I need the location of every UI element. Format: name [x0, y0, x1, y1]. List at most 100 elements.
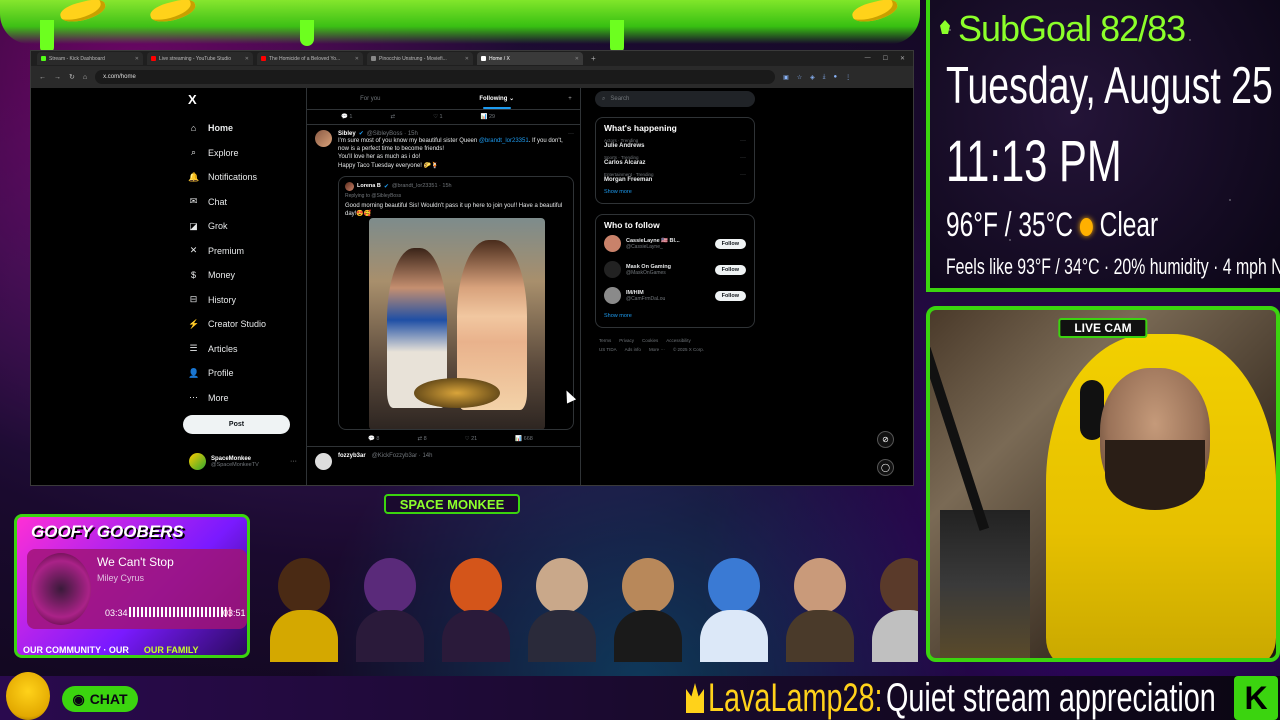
- tweet[interactable]: Sibley ✔ @SibleyBoss · 15h ··· I'm sure …: [307, 124, 580, 446]
- extension-icon[interactable]: ▣: [783, 74, 789, 81]
- nav-item-more[interactable]: ⋯ More: [188, 386, 303, 411]
- like-button[interactable]: ♡ 1: [433, 114, 443, 120]
- menu-icon[interactable]: ⋮: [845, 74, 851, 81]
- post-button[interactable]: Post: [183, 415, 290, 434]
- trend-item[interactable]: Actors · Trending Julie Andrews ···: [604, 138, 746, 149]
- footer-link[interactable]: US TIDA: [599, 347, 617, 352]
- follow-button[interactable]: Follow: [714, 264, 746, 275]
- close-icon[interactable]: ✕: [135, 56, 139, 62]
- nav-item-notifications[interactable]: 🔔 Notifications: [188, 165, 303, 190]
- community-text: OUR COMMUNITY · OUR: [23, 645, 129, 655]
- avatar-head: [450, 558, 502, 614]
- downloads-icon[interactable]: ⤓: [823, 74, 826, 81]
- footer-link[interactable]: Privacy: [619, 338, 634, 343]
- nav-item-home[interactable]: ⌂ Home: [188, 116, 303, 141]
- footer-link[interactable]: Terms: [599, 338, 611, 343]
- nav-item-profile[interactable]: 👤 Profile: [188, 361, 303, 386]
- quoted-tweet[interactable]: Lorena B ✔ @brandt_lor23351 · 15h Replyi…: [338, 175, 574, 430]
- tweet-author-name[interactable]: fozzyb3ar: [338, 453, 366, 470]
- avatar[interactable]: [315, 130, 332, 147]
- nav-item-articles[interactable]: ☰ Articles: [188, 337, 303, 362]
- like-button[interactable]: ♡ 21: [465, 436, 478, 442]
- more-icon[interactable]: ···: [740, 172, 746, 183]
- footer-link[interactable]: Cookies: [642, 338, 658, 343]
- browser-tab[interactable]: Live streaming - YouTube Studio ✕: [147, 52, 253, 65]
- more-icon[interactable]: ···: [568, 131, 574, 137]
- close-icon[interactable]: ✕: [355, 56, 359, 62]
- follow-button[interactable]: Follow: [714, 238, 746, 249]
- browser-tab[interactable]: Pinocchio Unstrung - Moviefi... ✕: [367, 52, 473, 65]
- nav-item-history[interactable]: ⊟ History: [188, 288, 303, 313]
- close-icon[interactable]: ✕: [465, 56, 469, 62]
- avatar[interactable]: [315, 452, 332, 470]
- account-switcher[interactable]: SpaceMonkee @SpaceMonkeeTV ···: [189, 453, 297, 470]
- follow-button[interactable]: Follow: [714, 290, 746, 301]
- minimize-icon[interactable]: —: [865, 55, 871, 62]
- repost-button[interactable]: ⇄: [390, 114, 395, 120]
- grok-icon[interactable]: ⊘: [877, 431, 894, 448]
- trend-item[interactable]: Entertainment · Trending Morgan Freeman ··…: [604, 172, 746, 183]
- browser-tab[interactable]: The Homicide of a Beloved Yo... ✕: [257, 52, 363, 65]
- avatar-body: [356, 610, 424, 662]
- browser-tab-active[interactable]: Home / X ✕: [477, 52, 583, 65]
- nav-item-premium[interactable]: ✕ Premium: [188, 239, 303, 264]
- more-icon[interactable]: ···: [740, 138, 746, 149]
- chat-icon[interactable]: ◯: [877, 459, 894, 476]
- tweet-author-name[interactable]: Sibley: [338, 131, 356, 137]
- x-logo-icon[interactable]: X: [188, 92, 197, 107]
- footer-link[interactable]: More ···: [649, 347, 665, 352]
- nav-item-chat[interactable]: ✉ Chat: [188, 190, 303, 215]
- avatar-head: [880, 558, 918, 614]
- footer-link[interactable]: Accessibility: [666, 338, 691, 343]
- more-icon[interactable]: ···: [740, 155, 746, 166]
- add-list-icon[interactable]: +: [560, 88, 580, 109]
- trend-item[interactable]: Sports · Trending Carlos Alcaraz ···: [604, 155, 746, 166]
- tab-favicon: [41, 56, 46, 61]
- quote-photo[interactable]: [369, 217, 545, 429]
- bookmark-star-icon[interactable]: ☆: [797, 74, 802, 81]
- reply-button[interactable]: 💬 8: [368, 436, 379, 442]
- forward-icon[interactable]: →: [54, 74, 61, 81]
- tab-label: Live streaming - YouTube Studio: [159, 55, 232, 62]
- maximize-icon[interactable]: ☐: [883, 55, 888, 62]
- album-art: [31, 553, 91, 625]
- mention-link[interactable]: @brandt_lor23351: [479, 138, 529, 144]
- views-button[interactable]: 📊 668: [515, 436, 533, 442]
- tab-for-you[interactable]: For you: [307, 88, 434, 109]
- premium-icon: ✕: [189, 245, 198, 256]
- follow-suggestion[interactable]: CassieLayne 🇺🇸 Bl... @CassieLayne_ Follow: [604, 235, 746, 252]
- close-window-icon[interactable]: ✕: [900, 55, 905, 62]
- home-icon[interactable]: ⌂: [83, 74, 87, 81]
- nav-item-grok[interactable]: ◪ Grok: [188, 214, 303, 239]
- repost-button[interactable]: ⇄ 8: [417, 436, 426, 442]
- views-button[interactable]: 📊 29: [481, 114, 496, 120]
- browser-tab[interactable]: Stream - Kick Dashboard ✕: [37, 52, 143, 65]
- trend-name: Carlos Alcaraz: [604, 160, 646, 166]
- reply-button[interactable]: 💬 1: [341, 114, 352, 120]
- profile-icon[interactable]: ●: [833, 74, 837, 81]
- close-icon[interactable]: ✕: [245, 56, 249, 62]
- url-field[interactable]: x.com/home: [95, 70, 776, 84]
- nav-item-creator-studio[interactable]: ⚡ Creator Studio: [188, 312, 303, 337]
- follow-suggestion[interactable]: Mask On Gaming @MaskOnGames Follow: [604, 261, 746, 278]
- close-icon[interactable]: ✕: [575, 56, 579, 62]
- community-footer: OUR COMMUNITY · OUR OUR FAMILY: [23, 645, 199, 655]
- nav-item-money[interactable]: $ Money: [188, 263, 303, 288]
- tweet[interactable]: fozzyb3ar @KickFozzyb3ar · 14h: [307, 445, 580, 470]
- new-tab-button[interactable]: +: [587, 54, 600, 63]
- footer-link[interactable]: © 2025 X Corp.: [673, 347, 704, 352]
- search-input[interactable]: ⌕ Search: [595, 91, 755, 107]
- right-sidebar: ⌕ Search What's happening Actors · Trend…: [595, 88, 755, 354]
- show-more-link[interactable]: Show more: [604, 189, 746, 195]
- back-icon[interactable]: ←: [39, 74, 46, 81]
- follow-suggestion[interactable]: IM/HIM @CamFrmDaLou Follow: [604, 287, 746, 304]
- nav-item-explore[interactable]: ⌕ Explore: [188, 141, 303, 166]
- reload-icon[interactable]: ↻: [69, 73, 75, 81]
- show-more-link[interactable]: Show more: [604, 313, 746, 319]
- more-icon[interactable]: ···: [290, 458, 297, 465]
- footer-link[interactable]: Ads info: [625, 347, 641, 352]
- community-title: GOOFY GOOBERS: [31, 522, 184, 541]
- tab-following[interactable]: Following ⌄: [434, 88, 561, 109]
- replying-to: Replying to @SibleyBoss: [345, 192, 402, 199]
- extension-icon[interactable]: ◈: [810, 74, 815, 81]
